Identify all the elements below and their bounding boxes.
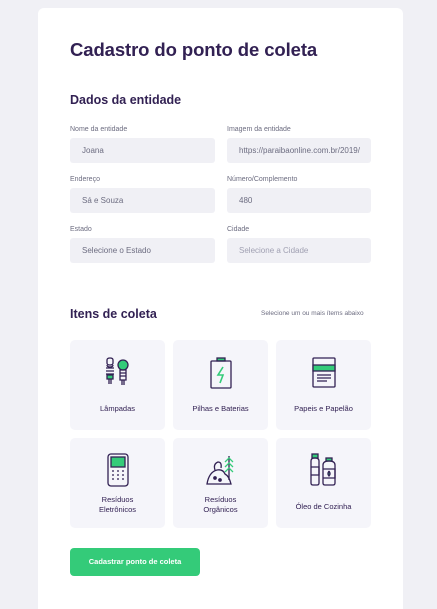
page-title: Cadastro do ponto de coleta	[70, 39, 318, 60]
estado-select[interactable]: Selecione o Estado	[70, 238, 215, 263]
item-residuos-eletronicos[interactable]: Resíduos Eletrônicos	[70, 438, 165, 528]
lamp-icon	[105, 357, 129, 385]
item-label: Resíduos Eletrônicos	[98, 495, 137, 514]
item-label: Óleo de Cozinha	[295, 502, 352, 511]
label-cidade: Cidade	[227, 226, 250, 233]
submit-button[interactable]: Cadastrar ponto de coleta	[70, 548, 200, 576]
item-label: Resíduos Orgânicos	[203, 495, 238, 514]
endereco-input[interactable]: Sá e Souza	[70, 188, 215, 213]
items-hint: Selecione um ou mais ítems abaixo	[261, 310, 364, 317]
item-residuos-organicos[interactable]: Resíduos Orgânicos	[173, 438, 268, 528]
item-pilhas-baterias[interactable]: Pilhas e Baterias	[173, 340, 268, 430]
label-endereco: Endereço	[70, 176, 100, 183]
label-numero: Número/Complemento	[227, 176, 298, 183]
battery-icon	[209, 357, 232, 389]
imagem-input[interactable]: https://paraibaonline.com.br/2019/	[227, 138, 371, 163]
section-title-items: Itens de coleta	[70, 307, 157, 321]
nome-input[interactable]: Joana	[70, 138, 215, 163]
numero-input[interactable]: 480	[227, 188, 371, 213]
item-papeis-papelao[interactable]: Papeis e Papelão	[276, 340, 371, 430]
paper-icon	[311, 357, 336, 388]
cidade-select[interactable]: Selecione a Cidade	[227, 238, 371, 263]
label-nome: Nome da entidade	[70, 126, 128, 133]
item-lampadas[interactable]: Lâmpadas	[70, 340, 165, 430]
oil-icon	[309, 453, 336, 486]
item-oleo-cozinha[interactable]: Óleo de Cozinha	[276, 438, 371, 528]
item-label: Papeis e Papelão	[294, 404, 353, 413]
label-imagem: Imagem da entidade	[227, 126, 291, 133]
section-title-entity: Dados da entidade	[70, 93, 182, 107]
item-label: Lâmpadas	[99, 404, 136, 413]
item-label: Pilhas e Baterias	[192, 404, 249, 413]
electronics-icon	[106, 453, 129, 487]
organic-icon	[205, 456, 233, 485]
form-card: Cadastro do ponto de coleta Dados da ent…	[38, 8, 403, 609]
label-estado: Estado	[70, 226, 92, 233]
